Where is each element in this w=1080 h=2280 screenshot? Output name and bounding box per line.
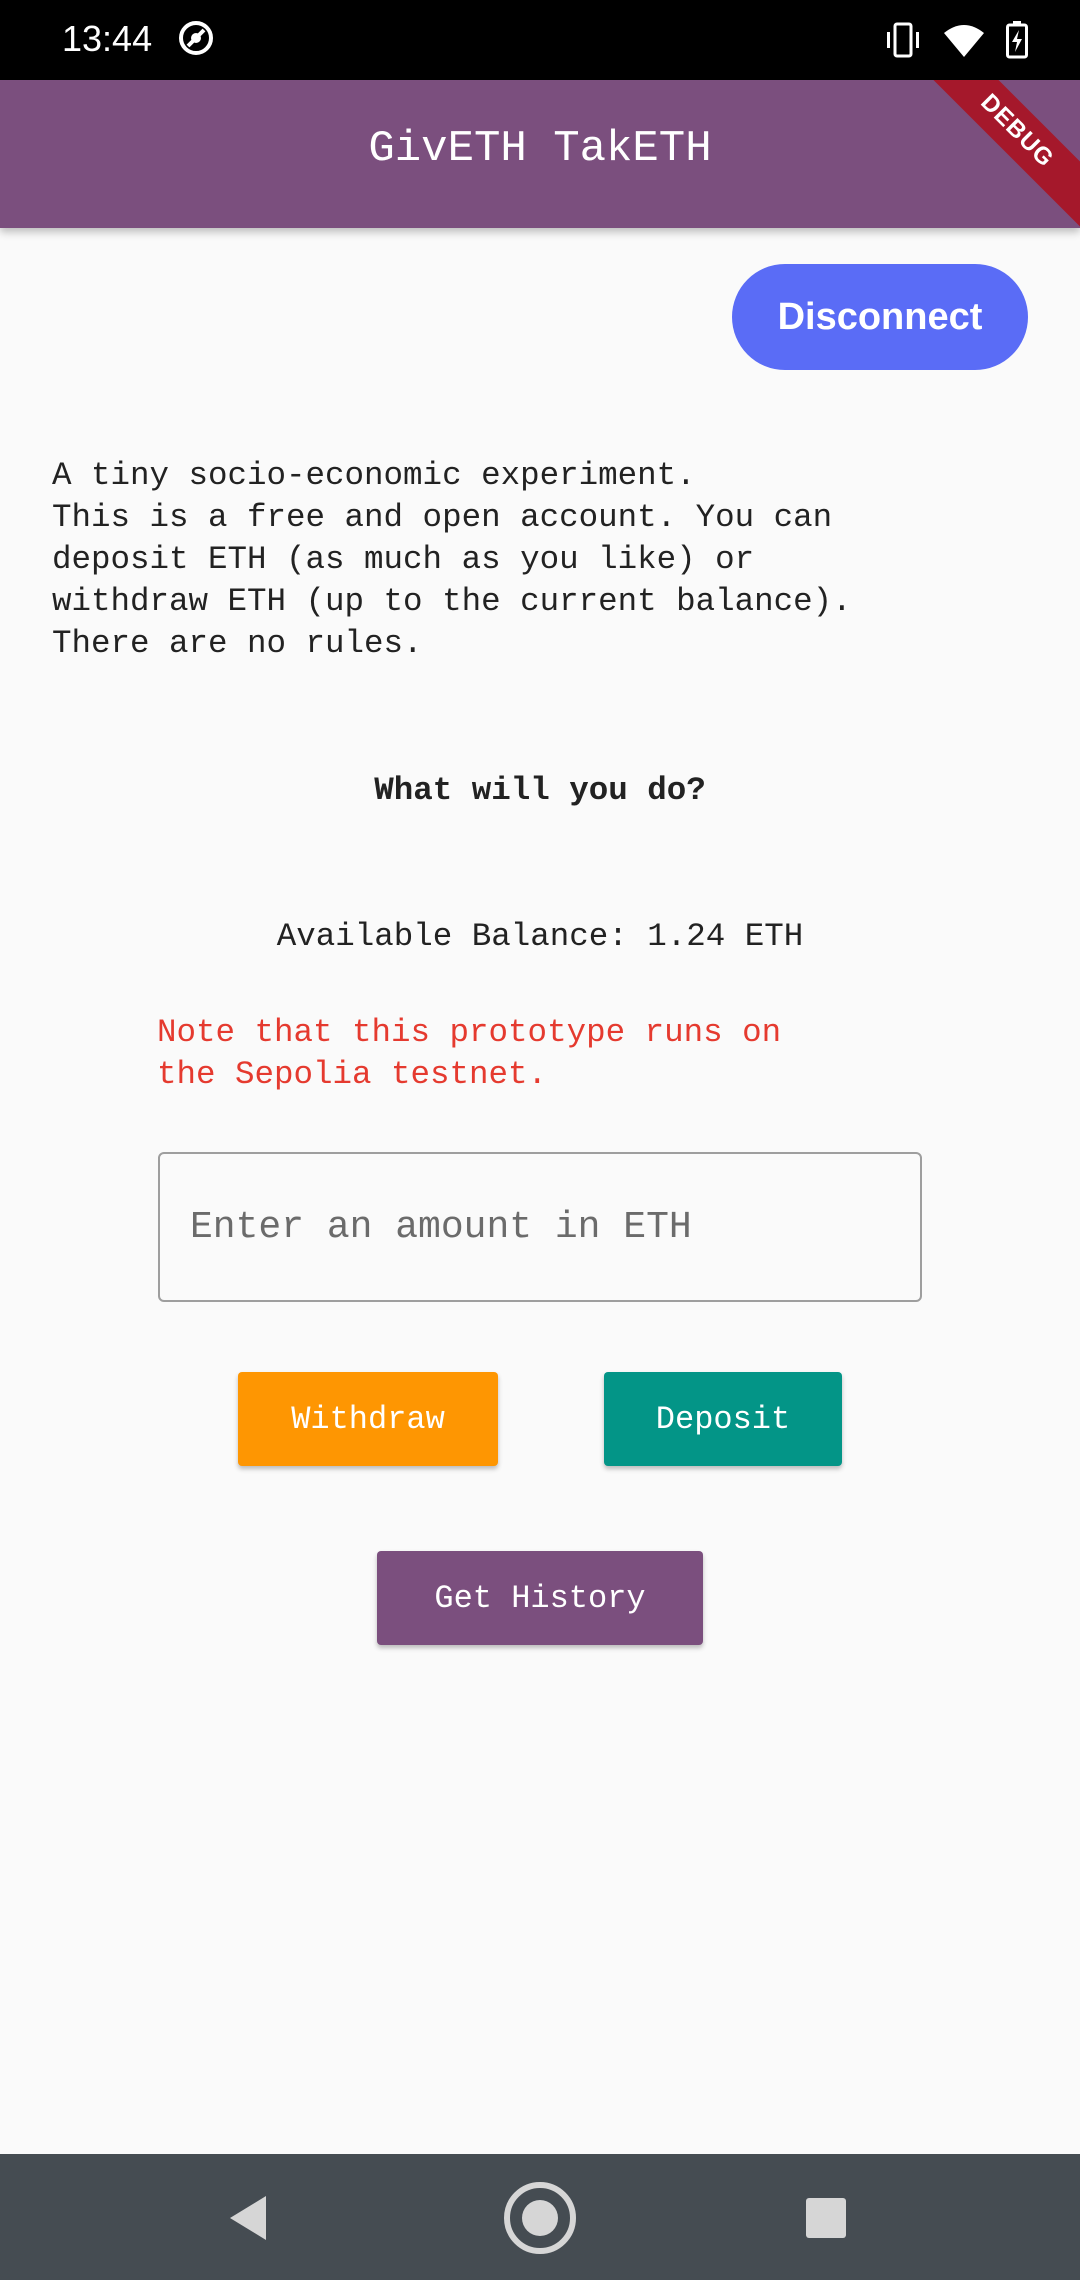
status-time: 13:44 bbox=[62, 18, 153, 59]
vibrate-icon bbox=[887, 22, 919, 58]
withdraw-button[interactable]: Withdraw bbox=[238, 1372, 498, 1466]
disconnect-button[interactable]: Disconnect bbox=[732, 264, 1028, 370]
status-bar: 13:44 bbox=[0, 0, 1080, 80]
battery-charging-icon bbox=[1006, 21, 1028, 59]
wifi-icon bbox=[944, 25, 984, 57]
testnet-note: Note that this prototype runs on the Sep… bbox=[157, 1014, 782, 1093]
get-history-button[interactable]: Get History bbox=[377, 1551, 703, 1645]
recents-icon[interactable] bbox=[806, 2198, 846, 2238]
app-notification-icon bbox=[179, 21, 213, 55]
status-icons bbox=[884, 18, 1028, 62]
app-bar: GivETH TakETH DEBUG bbox=[0, 80, 1080, 228]
back-icon[interactable] bbox=[226, 2194, 270, 2242]
amount-input[interactable] bbox=[158, 1152, 922, 1302]
deposit-button[interactable]: Deposit bbox=[604, 1372, 842, 1466]
app-title: GivETH TakETH bbox=[368, 124, 712, 174]
question-heading: What will you do? bbox=[374, 772, 706, 809]
home-icon[interactable] bbox=[502, 2180, 578, 2256]
intro-text: A tiny socio-economic experiment. This i… bbox=[52, 457, 852, 662]
available-balance: Available Balance: 1.24 ETH bbox=[276, 918, 804, 955]
navigation-bar bbox=[0, 2154, 1080, 2280]
